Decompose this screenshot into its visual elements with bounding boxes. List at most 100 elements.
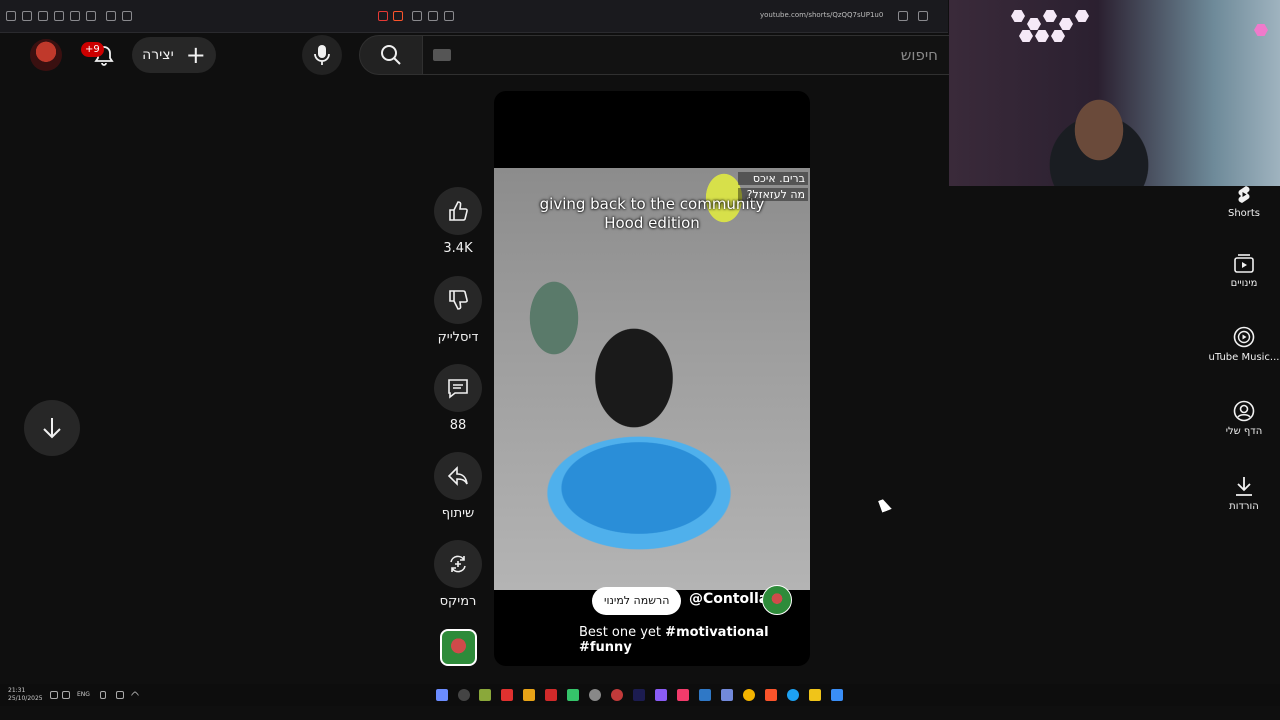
subscribe-button[interactable]: הרשמה למינוי [592,587,682,615]
taskbar-app-icon[interactable] [436,689,448,701]
comments-button[interactable] [434,364,482,412]
guide-item-youtube-music[interactable]: uTube Music... [1206,326,1280,363]
tray-app-icon[interactable] [116,691,124,699]
search-button[interactable] [359,35,423,75]
microphone-icon [314,45,330,65]
taskbar-app-icon[interactable] [633,689,645,701]
channel-mini-avatar[interactable] [762,585,792,615]
thumbs-down-icon [449,290,468,310]
language-indicator[interactable]: ENG [77,691,90,698]
shorts-icon [1238,186,1250,203]
taskbar-app-icon[interactable] [479,689,491,701]
file-explorer-icon[interactable] [809,689,821,701]
search-placeholder: חיפוש [900,46,938,64]
taskbar-app-icon[interactable] [611,689,623,701]
notification-badge: +9 [81,42,104,57]
channel-avatar[interactable] [440,629,477,666]
grid-icon[interactable] [54,11,64,21]
guide-item-subscriptions[interactable]: מינויים [1206,252,1280,289]
edge-icon[interactable] [787,689,799,701]
taskbar-app-icon[interactable] [501,689,513,701]
tabs-icon[interactable] [106,11,116,21]
warning-icon[interactable] [378,11,388,21]
taskbar-app-icon[interactable] [545,689,557,701]
video-description: Best one yet #motivational #funny [579,625,810,655]
back-icon[interactable] [412,11,422,21]
guide-item-downloads[interactable]: הורדות [1206,475,1280,512]
taskbar-app-icon[interactable] [458,689,470,701]
mic-tray-icon[interactable] [100,691,106,699]
hex-light-decoration [1075,10,1089,22]
volume-icon[interactable] [50,691,58,699]
remix-action: רמיקס [434,540,482,609]
dislike-button[interactable] [434,276,482,324]
subscriptions-icon [1234,254,1254,273]
share-icon [447,466,468,486]
taskbar-app-icon[interactable] [699,689,711,701]
hex-light-decoration [1011,10,1025,22]
comment-icon [448,379,468,399]
guide-label: מינויים [1230,278,1258,289]
zoom-icon[interactable] [428,11,438,21]
extensions-icon[interactable] [122,11,132,21]
taskbar-app-icon[interactable] [655,689,667,701]
guide-label: הורדות [1229,501,1259,512]
pen-icon[interactable] [38,11,48,21]
guide-label: הדף שלי [1225,426,1263,437]
dislike-label: דיסלייק [437,330,479,345]
channel-name[interactable]: @Contolla [689,591,768,607]
hex-light-decoration [1059,18,1073,30]
network-icon[interactable] [62,691,70,699]
music-icon[interactable] [86,11,96,21]
account-icon [1233,400,1255,422]
dislike-action: דיסלייק [434,276,482,345]
address-bar[interactable]: youtube.com/shorts/QzQQ7sUP1u0 [760,11,883,19]
hex-light-decoration [1051,30,1065,42]
brave-shield-icon[interactable] [393,11,403,21]
description-text: Best one yet [579,625,666,640]
mouse-cursor-icon [878,497,892,513]
taskbar-app-icon[interactable] [567,689,579,701]
remix-label: רמיקס [439,594,477,609]
taskbar-app-icon[interactable] [677,689,689,701]
keyboard-icon[interactable] [433,49,451,61]
share-action: שיתוף [434,452,482,521]
chrome-icon[interactable] [743,689,755,701]
location-icon[interactable] [22,11,32,21]
hashtag-link[interactable]: #funny [579,640,632,655]
share-label: שיתוף [441,506,475,521]
plus-icon: + [185,41,206,69]
shorts-video-player[interactable]: giving back to the community Hood editio… [494,91,810,666]
bookmark-icon[interactable] [918,11,928,21]
remix-button[interactable] [434,540,482,588]
voice-search-button[interactable] [302,35,342,75]
like-button[interactable] [434,187,482,235]
create-button[interactable]: יצירה + [132,37,216,73]
windows-taskbar: 21:31 25/10/2025 ENG [0,684,1280,706]
taskbar-clock[interactable]: 21:31 25/10/2025 [8,687,43,703]
arrow-down-icon [43,418,61,439]
like-action: 3.4K [434,187,482,256]
chevron-up-icon[interactable] [130,690,140,700]
share-button[interactable] [434,452,482,500]
guide-label: uTube Music... [1208,352,1280,363]
taskbar-app-icon[interactable] [589,689,601,701]
thumbs-up-icon [449,201,468,221]
overlay-text-line2: מה לעזאזל? [738,188,808,201]
avatar[interactable] [30,39,62,71]
hashtag-link[interactable]: #motivational [665,625,768,640]
hex-light-decoration [1254,24,1268,36]
guide-item-my-channel[interactable]: הדף שלי [1206,400,1280,437]
brave-icon[interactable] [765,689,777,701]
translate-icon[interactable] [898,11,908,21]
browser-toolbar: youtube.com/shorts/QzQQ7sUP1u0 [0,0,948,33]
search-input[interactable]: חיפוש [423,35,953,75]
windows-start-icon[interactable] [831,689,843,701]
sidebar-icon[interactable] [70,11,80,21]
screen-icon[interactable] [444,11,454,21]
next-video-button[interactable] [24,400,80,456]
taskbar-app-icon[interactable] [523,689,535,701]
taskbar-app-icon[interactable] [721,689,733,701]
menu-icon[interactable] [6,11,16,21]
guide-item-shorts[interactable]: Shorts [1206,184,1280,219]
